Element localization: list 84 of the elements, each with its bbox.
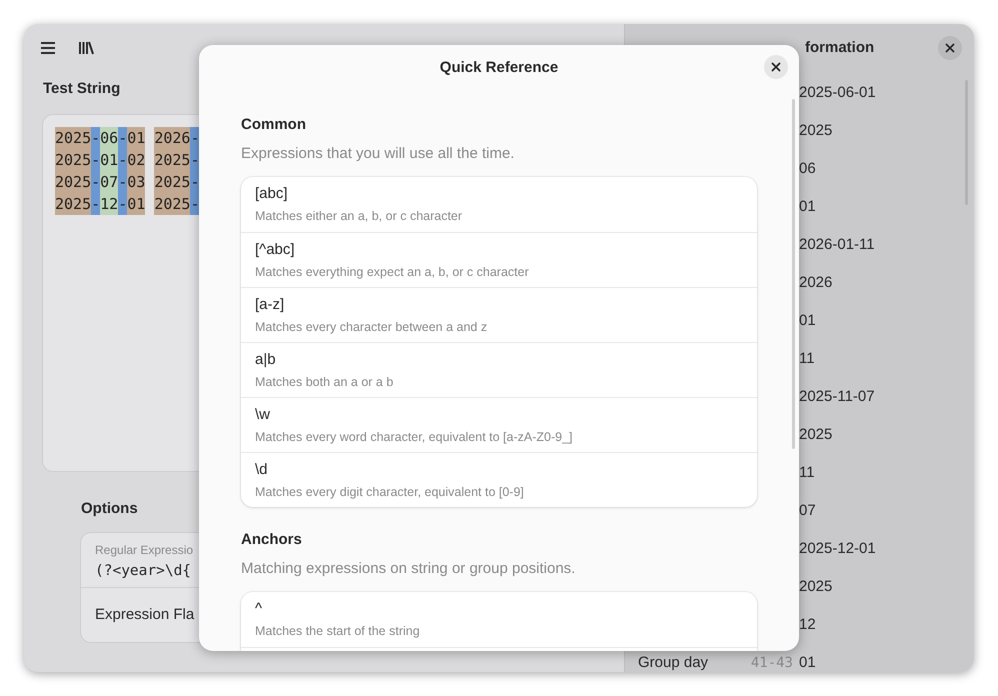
expression-description: Matches every digit character, equivalent to [0-9] — [255, 484, 525, 501]
scrollbar[interactable] — [792, 99, 795, 449]
reference-item[interactable]: [a-z] Matches every character between a and z — [241, 287, 757, 342]
match-segment: 2025 — [154, 170, 190, 192]
menu-icon[interactable] — [40, 41, 56, 55]
expression-code: \d — [255, 461, 269, 479]
match-segment: 06 — [100, 126, 118, 148]
match-segment: 12 — [100, 192, 118, 214]
match-segment: 2026 — [154, 126, 190, 148]
match-segment: - — [91, 170, 100, 192]
close-button[interactable] — [938, 36, 962, 60]
close-icon — [771, 62, 781, 72]
group-label: Group day — [638, 654, 708, 671]
section-title: Test String — [43, 79, 122, 99]
match-value: 2025-11-07 — [799, 386, 875, 407]
expression-code: [^abc] — [255, 241, 296, 259]
reference-item[interactable]: a|b Matches both an a or a b — [241, 342, 757, 397]
dialog-title: Quick Reference — [440, 58, 558, 78]
match-segment: 2025 — [55, 126, 92, 148]
panel-title: formation — [805, 38, 874, 58]
match-segment: - — [118, 126, 128, 148]
match-segment: 01 — [100, 148, 118, 170]
match-segment: - — [190, 192, 200, 214]
expression-flags-label[interactable]: Expression Fla — [95, 604, 194, 626]
match-value: 2025 — [799, 120, 832, 141]
reference-item[interactable]: \w Matches every word character, equivalent to [a-zA-Z0-9_] — [241, 397, 757, 452]
match-value: 06 — [799, 158, 816, 179]
match-segment: - — [118, 192, 128, 214]
match-value: 11 — [799, 462, 815, 483]
match-value: 01 — [799, 196, 816, 217]
match-value: 11 — [799, 348, 815, 369]
match-segment: 03 — [127, 170, 146, 192]
close-icon — [945, 43, 955, 53]
match-segment: - — [118, 148, 128, 170]
match-segment: - — [190, 170, 200, 192]
section-subtitle: Matching expressions on string or group positions. — [241, 558, 576, 578]
section-title: Options — [81, 498, 139, 518]
match-segment: - — [91, 148, 100, 170]
match-value: 2026 — [799, 272, 832, 293]
expression-code: [abc] — [255, 185, 289, 203]
expression-code: ^ — [255, 600, 264, 618]
reference-item[interactable]: [^abc] Matches everything expect an a, b, or c character — [241, 232, 757, 287]
match-value: 2025-12-01 — [799, 538, 876, 559]
match-segment: 2025 — [55, 192, 92, 214]
library-icon[interactable] — [78, 41, 94, 55]
match-value: 01 — [799, 310, 816, 331]
match-value: 12 — [799, 614, 816, 635]
section-subtitle: Expressions that you will use all the time. — [241, 144, 516, 164]
section-heading: Common — [241, 115, 307, 135]
expression-code: \w — [255, 406, 271, 424]
group-range: 41-43 — [750, 654, 793, 672]
expression-description: Matches everything expect an a, b, or c character — [255, 264, 530, 281]
field-value: (?<year>\d{ — [95, 563, 192, 579]
match-value: 2025-06-01 — [799, 82, 876, 103]
match-value: 2026-01-11 — [799, 234, 875, 255]
match-segment: 02 — [127, 148, 146, 170]
expression-code: [a-z] — [255, 296, 286, 314]
match-value: 01 — [799, 652, 816, 672]
reference-item[interactable]: \d Matches every digit character, equivalent to [0-9] — [241, 452, 757, 507]
expression-description: Matches both an a or a b — [255, 374, 394, 391]
match-segment: - — [190, 126, 200, 148]
match-segment: 01 — [127, 126, 146, 148]
match-value: 2025 — [799, 424, 832, 445]
reference-item[interactable]: [abc] Matches either an a, b, or c character — [241, 177, 757, 232]
match-value: 07 — [799, 500, 816, 521]
match-segment: 07 — [100, 170, 118, 192]
expression-description: Matches the start of the string — [255, 623, 421, 640]
match-segment: - — [118, 170, 128, 192]
expression-description: Matches every character between a and z — [255, 319, 488, 336]
match-segment: 2025 — [154, 148, 190, 170]
match-segment: - — [91, 126, 100, 148]
match-segment: - — [190, 148, 200, 170]
match-segment: 2025 — [55, 148, 92, 170]
match-segment: - — [91, 192, 100, 214]
close-button[interactable] — [764, 55, 788, 79]
expression-code: a|b — [255, 351, 277, 369]
match-segment: 01 — [127, 192, 146, 214]
match-segment: 2025 — [154, 192, 190, 214]
match-value: 2025 — [799, 576, 832, 597]
expression-description: Matches every word character, equivalent to [a-zA-Z0-9_] — [255, 429, 574, 446]
expression-description: Matches either an a, b, or c character — [255, 208, 464, 225]
match-segment: 2025 — [55, 170, 92, 192]
section-heading: Anchors — [241, 530, 303, 550]
field-label: Regular Expressio — [95, 542, 194, 559]
